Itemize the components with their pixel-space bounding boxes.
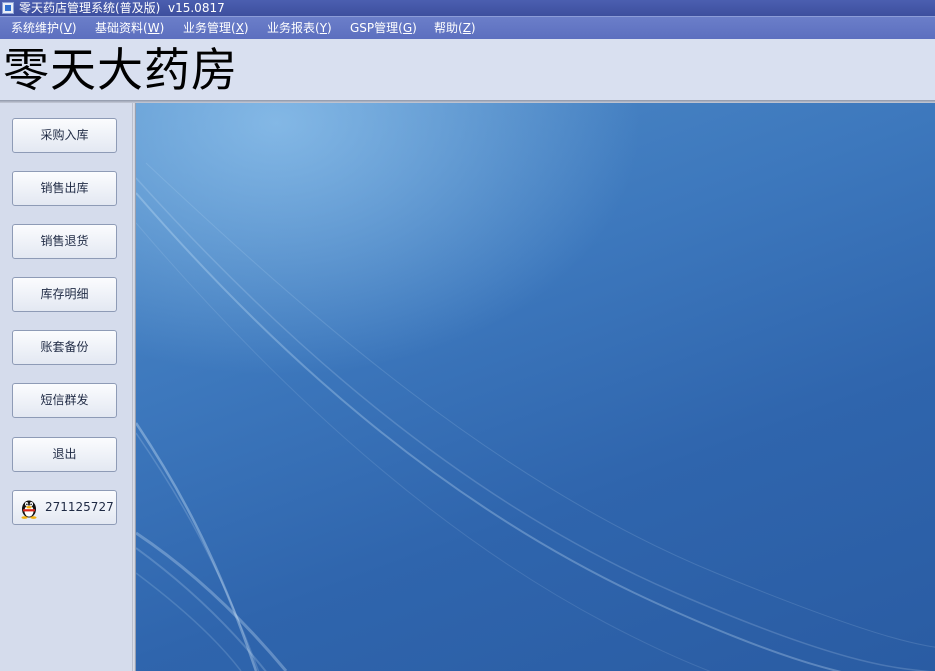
exit-button[interactable]: 退出 bbox=[12, 437, 117, 472]
qq-contact-button[interactable]: 271125727 bbox=[12, 490, 117, 525]
menu-basic-data[interactable]: 基础资料(W) bbox=[95, 20, 164, 36]
menu-help[interactable]: 帮助(Z) bbox=[434, 20, 476, 36]
title-bar: 零天药店管理系统(普及版) v15.0817 bbox=[0, 0, 935, 16]
menu-suffix: ) bbox=[71, 21, 77, 35]
menu-business-management[interactable]: 业务管理(X) bbox=[183, 20, 249, 36]
store-name-title: 零天大药房 bbox=[3, 43, 238, 97]
menu-suffix: ) bbox=[470, 21, 476, 35]
sales-return-button[interactable]: 销售退货 bbox=[12, 224, 117, 259]
menu-accelerator: V bbox=[63, 21, 72, 35]
menu-business-reports[interactable]: 业务报表(Y) bbox=[267, 20, 332, 36]
app-window: 零天药店管理系统(普及版) v15.0817 系统维护(V) 基础资料(W) 业… bbox=[0, 0, 935, 671]
sms-broadcast-button[interactable]: 短信群发 bbox=[12, 383, 117, 418]
account-backup-button[interactable]: 账套备份 bbox=[12, 330, 117, 365]
menu-accelerator: X bbox=[235, 21, 244, 35]
banner: 零天大药房 bbox=[0, 39, 935, 100]
menu-gsp-management[interactable]: GSP管理(G) bbox=[350, 20, 417, 36]
app-icon[interactable] bbox=[2, 2, 14, 14]
menu-accelerator: W bbox=[147, 21, 160, 35]
menu-label: 业务报表( bbox=[267, 21, 320, 35]
menu-system-maintenance[interactable]: 系统维护(V) bbox=[11, 20, 77, 36]
menu-label: 业务管理( bbox=[183, 21, 236, 35]
workspace-background bbox=[136, 103, 935, 671]
qq-number: 271125727 bbox=[45, 500, 114, 514]
menu-bar: 系统维护(V) 基础资料(W) 业务管理(X) 业务报表(Y) GSP管理(G)… bbox=[0, 16, 935, 39]
window-version: v15.0817 bbox=[168, 1, 225, 15]
wallpaper-swirl-lines bbox=[136, 162, 935, 671]
menu-label: 基础资料( bbox=[95, 21, 148, 35]
sidebar: 采购入库 销售出库 销售退货 库存明细 账套备份 短信群发 退出 2711257… bbox=[0, 103, 132, 671]
menu-label: 帮助( bbox=[434, 21, 463, 35]
menu-suffix: ) bbox=[327, 21, 332, 35]
menu-suffix: ) bbox=[159, 21, 165, 35]
window-title: 零天药店管理系统(普及版) bbox=[19, 1, 161, 15]
qq-penguin-icon bbox=[21, 500, 37, 519]
menu-label: 系统维护( bbox=[11, 21, 64, 35]
menu-label: GSP管理( bbox=[350, 21, 403, 35]
menu-accelerator: G bbox=[402, 21, 413, 35]
inventory-detail-button[interactable]: 库存明细 bbox=[12, 277, 117, 312]
sales-outbound-button[interactable]: 销售出库 bbox=[12, 171, 117, 206]
menu-accelerator: Y bbox=[319, 21, 328, 35]
menu-suffix: ) bbox=[412, 21, 417, 35]
purchase-inbound-button[interactable]: 采购入库 bbox=[12, 118, 117, 153]
menu-suffix: ) bbox=[243, 21, 249, 35]
menu-accelerator: Z bbox=[462, 21, 471, 35]
